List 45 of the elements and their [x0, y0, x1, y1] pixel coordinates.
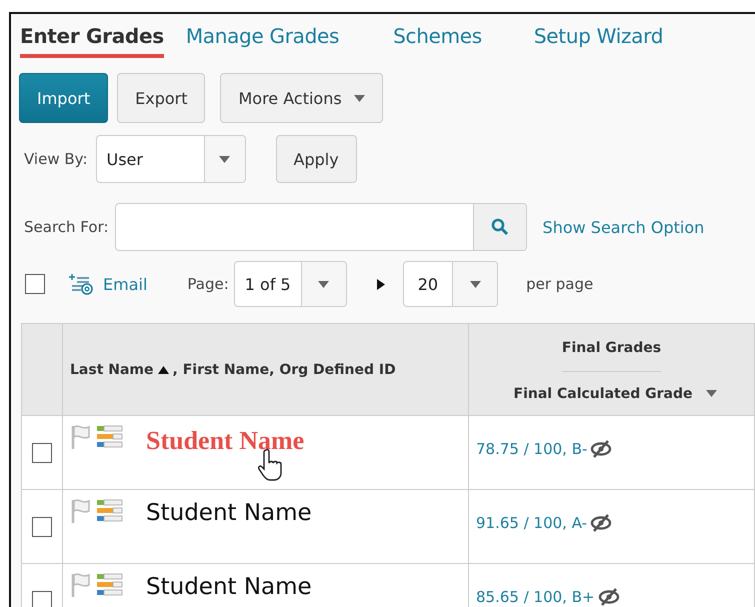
- email-icon: [69, 273, 93, 295]
- view-by-label: View By:: [24, 150, 88, 168]
- caret-icon: [470, 280, 481, 288]
- checkbox[interactable]: [25, 274, 45, 294]
- search-button[interactable]: [472, 204, 526, 250]
- search-field[interactable]: [114, 203, 527, 251]
- view-by-dropdown[interactable]: User: [96, 135, 246, 183]
- checkbox[interactable]: [32, 516, 52, 536]
- name-column-header[interactable]: Last Name , First Name, Org Defined ID: [63, 362, 396, 378]
- hidden-eye-icon: [589, 440, 614, 458]
- grade-value[interactable]: 91.65 / 100, A-: [476, 514, 588, 532]
- hidden-eye-icon: [596, 588, 621, 606]
- apply-button[interactable]: Apply: [276, 135, 357, 183]
- search-icon: [490, 218, 509, 236]
- export-button[interactable]: Export: [117, 73, 206, 123]
- page-label: Page:: [187, 275, 229, 293]
- tab[interactable]: Setup Wizard: [534, 24, 664, 54]
- group-column-header: Final Grades: [562, 324, 662, 372]
- grade-value[interactable]: 85.65 / 100, B+: [476, 588, 595, 606]
- caret-icon: [354, 94, 365, 102]
- grade-bars-icon[interactable]: [96, 424, 124, 450]
- tab[interactable]: Enter Grades: [20, 24, 164, 58]
- tab[interactable]: Schemes: [393, 24, 482, 54]
- checkbox[interactable]: [32, 442, 52, 462]
- caret-icon: [706, 390, 718, 397]
- import-button[interactable]: Import: [19, 73, 108, 123]
- grade-bars-icon[interactable]: [96, 498, 124, 524]
- hand-cursor-icon: [258, 448, 284, 482]
- more-actions-button[interactable]: More Actions: [220, 73, 383, 123]
- grade-column-header[interactable]: Final Calculated Grade: [506, 372, 718, 415]
- per-page-dropdown[interactable]: 20: [402, 261, 498, 307]
- sort-ascending-icon: [158, 366, 169, 374]
- caret-icon: [219, 156, 230, 162]
- caret-icon: [318, 280, 330, 288]
- per-page-label: per page: [526, 275, 594, 293]
- grade-value[interactable]: 78.75 / 100, B-: [476, 440, 588, 458]
- show-search-options-link[interactable]: Show Search Option: [542, 218, 704, 236]
- grade-bars-icon[interactable]: [96, 572, 124, 598]
- tab[interactable]: Manage Grades: [186, 24, 340, 54]
- next-page-icon[interactable]: [376, 278, 385, 290]
- search-label: Search For:: [24, 218, 109, 236]
- hidden-eye-icon: [589, 514, 614, 532]
- page-dropdown[interactable]: 1 of 5: [234, 261, 347, 307]
- email-link[interactable]: Email: [69, 273, 148, 295]
- checkbox[interactable]: [32, 590, 52, 607]
